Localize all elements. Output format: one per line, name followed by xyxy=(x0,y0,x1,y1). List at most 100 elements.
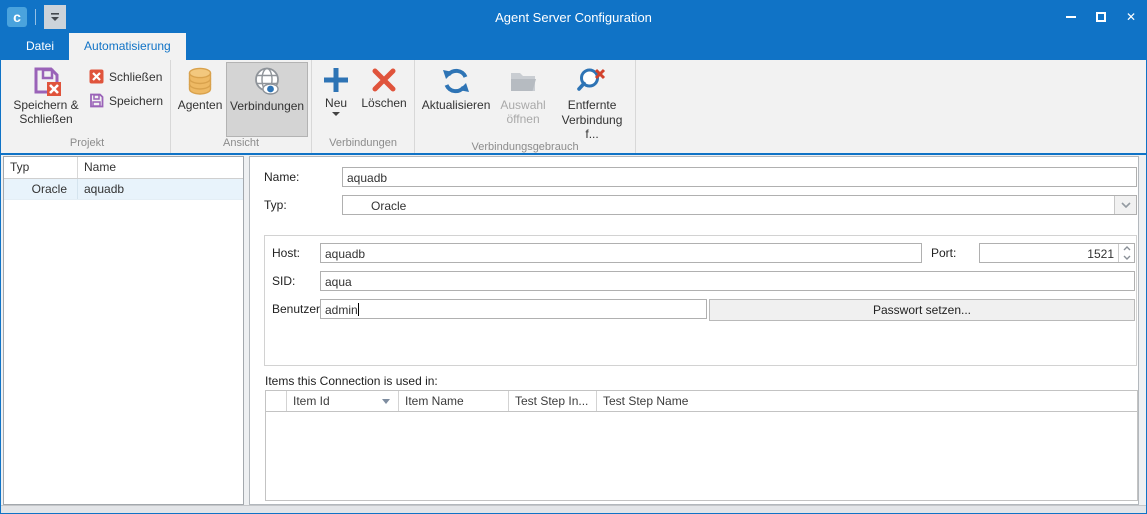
tab-automatisierung[interactable]: Automatisierung xyxy=(69,33,186,60)
connections-label: Verbindungen xyxy=(230,99,304,113)
new-dropdown-icon xyxy=(332,112,340,116)
agent-server-configuration-window: c Agent Server Configuration ✕ Datei Aut… xyxy=(0,0,1147,514)
window-controls: ✕ xyxy=(1056,1,1146,33)
remote-connection-label-line1: Entfernte xyxy=(568,98,617,112)
save-and-close-label: Speichern & Schließen xyxy=(10,98,82,126)
agents-button[interactable]: Agenten xyxy=(174,62,226,137)
usage-table: Item Id Item Name Test Step In... Test S… xyxy=(265,390,1138,501)
minimize-icon xyxy=(1066,16,1076,18)
port-spinner[interactable]: 1521 xyxy=(979,243,1135,263)
benutzer-label: Benutzer: xyxy=(272,299,323,319)
close-icon: ✕ xyxy=(1126,10,1136,24)
ribbon-group-ansicht: Agenten Verbindungen Ansicht xyxy=(171,60,312,153)
save-button[interactable]: Speichern xyxy=(85,91,167,110)
connection-row-typ: Oracle xyxy=(4,179,78,199)
ribbon-group-projekt: Speichern & Schließen Schließen xyxy=(4,60,171,153)
save-icon xyxy=(89,93,104,108)
name-input[interactable]: aquadb xyxy=(342,167,1137,187)
typ-label: Typ: xyxy=(264,195,287,215)
name-label: Name: xyxy=(264,167,299,187)
usage-column-item-id[interactable]: Item Id xyxy=(287,391,399,411)
open-selection-button: Auswahl öffnen xyxy=(494,62,552,141)
connections-button[interactable]: Verbindungen xyxy=(226,62,308,137)
open-selection-label: Auswahl öffnen xyxy=(497,98,549,126)
remote-connection-label-line2: Verbindung f... xyxy=(555,113,629,141)
set-password-button[interactable]: Passwort setzen... xyxy=(709,299,1135,321)
search-remove-icon xyxy=(576,65,608,97)
projekt-small-buttons: Schließen Speichern xyxy=(85,62,167,137)
connection-parameters-groupbox: Host: aquadb Port: 1521 xyxy=(264,235,1137,366)
usage-caption: Items this Connection is used in: xyxy=(265,374,438,388)
usage-column-item-id-label: Item Id xyxy=(293,394,330,408)
content-area: Typ Name Oracle aquadb Name: aquadb Typ:… xyxy=(1,155,1146,505)
typ-combobox-value: Oracle xyxy=(343,196,1114,214)
folder-icon xyxy=(507,65,539,97)
window-title: Agent Server Configuration xyxy=(1,10,1146,25)
database-icon xyxy=(184,65,216,97)
ribbon-tab-row: Datei Automatisierung xyxy=(1,33,1146,60)
refresh-button[interactable]: Aktualisieren xyxy=(418,62,494,141)
connection-row-name: aquadb xyxy=(78,179,243,199)
save-and-close-button[interactable]: Speichern & Schließen xyxy=(7,62,85,137)
plus-icon xyxy=(321,65,351,95)
usage-column-item-name[interactable]: Item Name xyxy=(399,391,509,411)
ribbon: Speichern & Schließen Schließen xyxy=(1,60,1146,155)
connection-list-header: Typ Name xyxy=(4,157,243,179)
delete-x-icon xyxy=(369,65,399,95)
usage-column-test-step-name[interactable]: Test Step Name xyxy=(597,391,1137,411)
sid-input[interactable]: aqua xyxy=(320,271,1135,291)
delete-connection-button[interactable]: Löschen xyxy=(357,62,411,137)
filter-dropdown-icon[interactable] xyxy=(382,399,390,404)
connection-detail-panel: Name: aquadb Typ: Oracle Host: aquadb Po… xyxy=(249,156,1139,505)
maximize-button[interactable] xyxy=(1086,1,1116,33)
typ-combobox[interactable]: Oracle xyxy=(342,195,1137,215)
column-header-typ[interactable]: Typ xyxy=(4,157,78,178)
usage-column-test-step-in[interactable]: Test Step In... xyxy=(509,391,597,411)
new-connection-button[interactable]: Neu xyxy=(315,62,357,137)
chevron-up-icon xyxy=(1123,246,1131,251)
save-label: Speichern xyxy=(109,94,163,108)
close-button[interactable]: ✕ xyxy=(1116,1,1146,33)
titlebar: c Agent Server Configuration ✕ xyxy=(1,1,1146,33)
close-project-label: Schließen xyxy=(109,70,162,84)
port-spin-buttons xyxy=(1118,244,1134,262)
port-spin-down-button[interactable] xyxy=(1119,253,1134,262)
close-x-icon xyxy=(89,69,104,84)
group-label-verbindungen: Verbindungen xyxy=(315,137,411,153)
titlebar-separator xyxy=(35,9,36,25)
delete-connection-label: Löschen xyxy=(361,96,406,110)
port-spin-up-button[interactable] xyxy=(1119,244,1134,253)
typ-combobox-dropdown-button[interactable] xyxy=(1114,196,1136,214)
usage-column-indicator xyxy=(266,391,287,411)
ribbon-group-verbindungsgebrauch: Aktualisieren Auswahl öffnen Entfer xyxy=(415,60,636,153)
column-header-name[interactable]: Name xyxy=(78,157,243,178)
refresh-label: Aktualisieren xyxy=(422,98,491,112)
tab-datei[interactable]: Datei xyxy=(11,33,69,60)
chevron-down-icon xyxy=(1123,255,1131,260)
group-label-projekt: Projekt xyxy=(7,137,167,153)
quick-access-dropdown-button[interactable] xyxy=(44,5,66,29)
connection-list-panel: Typ Name Oracle aquadb xyxy=(3,156,244,505)
new-connection-label: Neu xyxy=(325,96,347,110)
connection-row-aquadb[interactable]: Oracle aquadb xyxy=(4,179,243,200)
group-label-ansicht: Ansicht xyxy=(174,137,308,153)
maximize-icon xyxy=(1096,12,1106,22)
benutzer-input[interactable]: admin xyxy=(320,299,707,319)
group-label-verbindungsgebrauch: Verbindungsgebrauch xyxy=(418,141,632,154)
sid-label: SID: xyxy=(272,271,295,291)
refresh-icon xyxy=(440,65,472,97)
port-label: Port: xyxy=(931,243,956,263)
host-label: Host: xyxy=(272,243,300,263)
host-input[interactable]: aquadb xyxy=(320,243,922,263)
port-value: 1521 xyxy=(980,244,1118,262)
minimize-button[interactable] xyxy=(1056,1,1086,33)
text-caret xyxy=(358,303,359,316)
save-close-icon xyxy=(30,65,62,97)
benutzer-value: admin xyxy=(325,303,358,317)
globe-eye-icon xyxy=(251,66,283,98)
close-project-button[interactable]: Schließen xyxy=(85,67,167,86)
remote-connection-button[interactable]: Entfernte Verbindung f... xyxy=(552,62,632,141)
usage-table-header: Item Id Item Name Test Step In... Test S… xyxy=(266,391,1137,412)
app-logo-icon[interactable]: c xyxy=(7,7,27,27)
window-bottom-strip xyxy=(1,505,1146,513)
